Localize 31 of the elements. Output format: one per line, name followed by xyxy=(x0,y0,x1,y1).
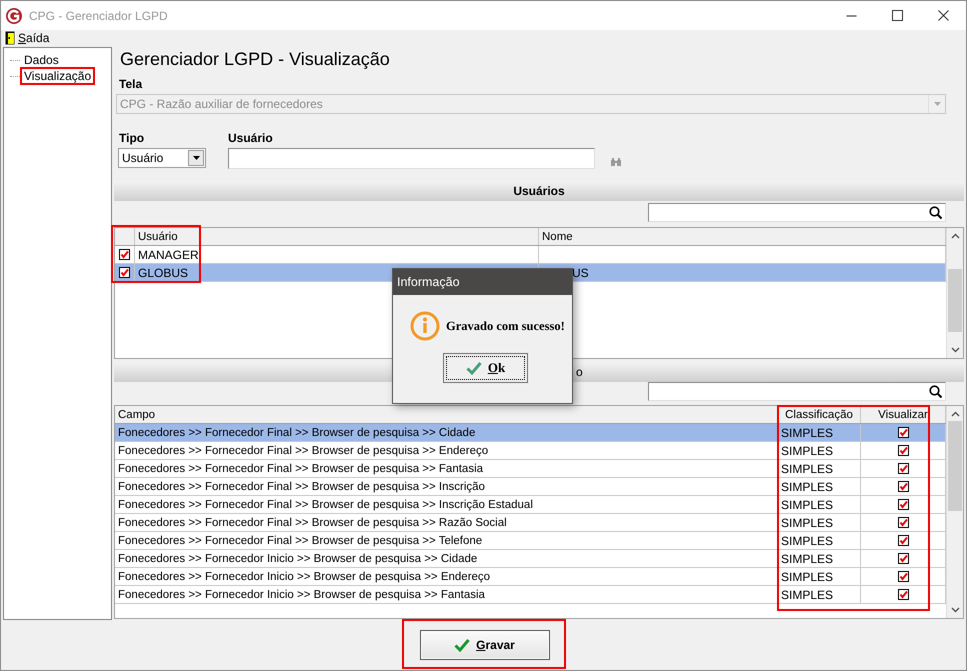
table-cell: SIMPLES xyxy=(778,532,861,549)
table-cell: SIMPLES xyxy=(778,496,861,513)
section-header: o xyxy=(576,365,583,379)
table-cell: Fonecedores >> Fornecedor Final >> Browser de pesquisa >> Telefone xyxy=(115,532,778,549)
table-cell: SIMPLES xyxy=(778,514,861,531)
table-cell: Fonecedores >> Fornecedor Final >> Browser de pesquisa >> Razão Social xyxy=(115,514,778,531)
page-heading: Gerenciador LGPD - Visualização xyxy=(120,49,391,71)
window-title: CPG - Gerenciador LGPD xyxy=(29,8,168,22)
table-cell: SIMPLES xyxy=(778,478,861,495)
table-cell: SIMPLES xyxy=(778,460,861,477)
table-cell: US xyxy=(572,266,589,280)
section-header: Usuários xyxy=(513,184,565,198)
table-cell: SIMPLES xyxy=(778,568,861,585)
dialog-title: Informação xyxy=(393,269,572,295)
table-cell: Fonecedores >> Fornecedor Final >> Browser de pesquisa >> Inscrição xyxy=(115,478,778,495)
table-cell: MANAGER xyxy=(135,246,539,263)
field-label: Tela xyxy=(119,77,142,91)
table-cell: Fonecedores >> Fornecedor Final >> Browser de pesquisa >> Fantasia xyxy=(115,460,778,477)
table-cell: Fonecedores >> Fornecedor Inicio >> Browser de pesquisa >> Endereço xyxy=(115,568,778,585)
table-cell: Fonecedores >> Fornecedor Final >> Browser de pesquisa >> Endereço xyxy=(115,442,778,459)
table-cell: Fonecedores >> Fornecedor Inicio >> Browser de pesquisa >> Fantasia xyxy=(115,586,778,603)
table-cell: SIMPLES xyxy=(778,442,861,459)
field-label: Usuário xyxy=(228,131,274,145)
table-cell: Fonecedores >> Fornecedor Final >> Browser de pesquisa >> Inscrição Estadual xyxy=(115,496,778,513)
dialog-message: Gravado com sucesso! xyxy=(446,318,565,334)
table-cell: SIMPLES xyxy=(778,550,861,567)
table-cell: SIMPLES xyxy=(778,586,861,603)
table-cell: SIMPLES xyxy=(778,424,861,441)
table-cell: Fonecedores >> Fornecedor Final >> Browser de pesquisa >> Cidade xyxy=(115,424,778,441)
field-label: Tipo xyxy=(119,131,146,145)
table-cell: Fonecedores >> Fornecedor Inicio >> Browser de pesquisa >> Cidade xyxy=(115,550,778,567)
